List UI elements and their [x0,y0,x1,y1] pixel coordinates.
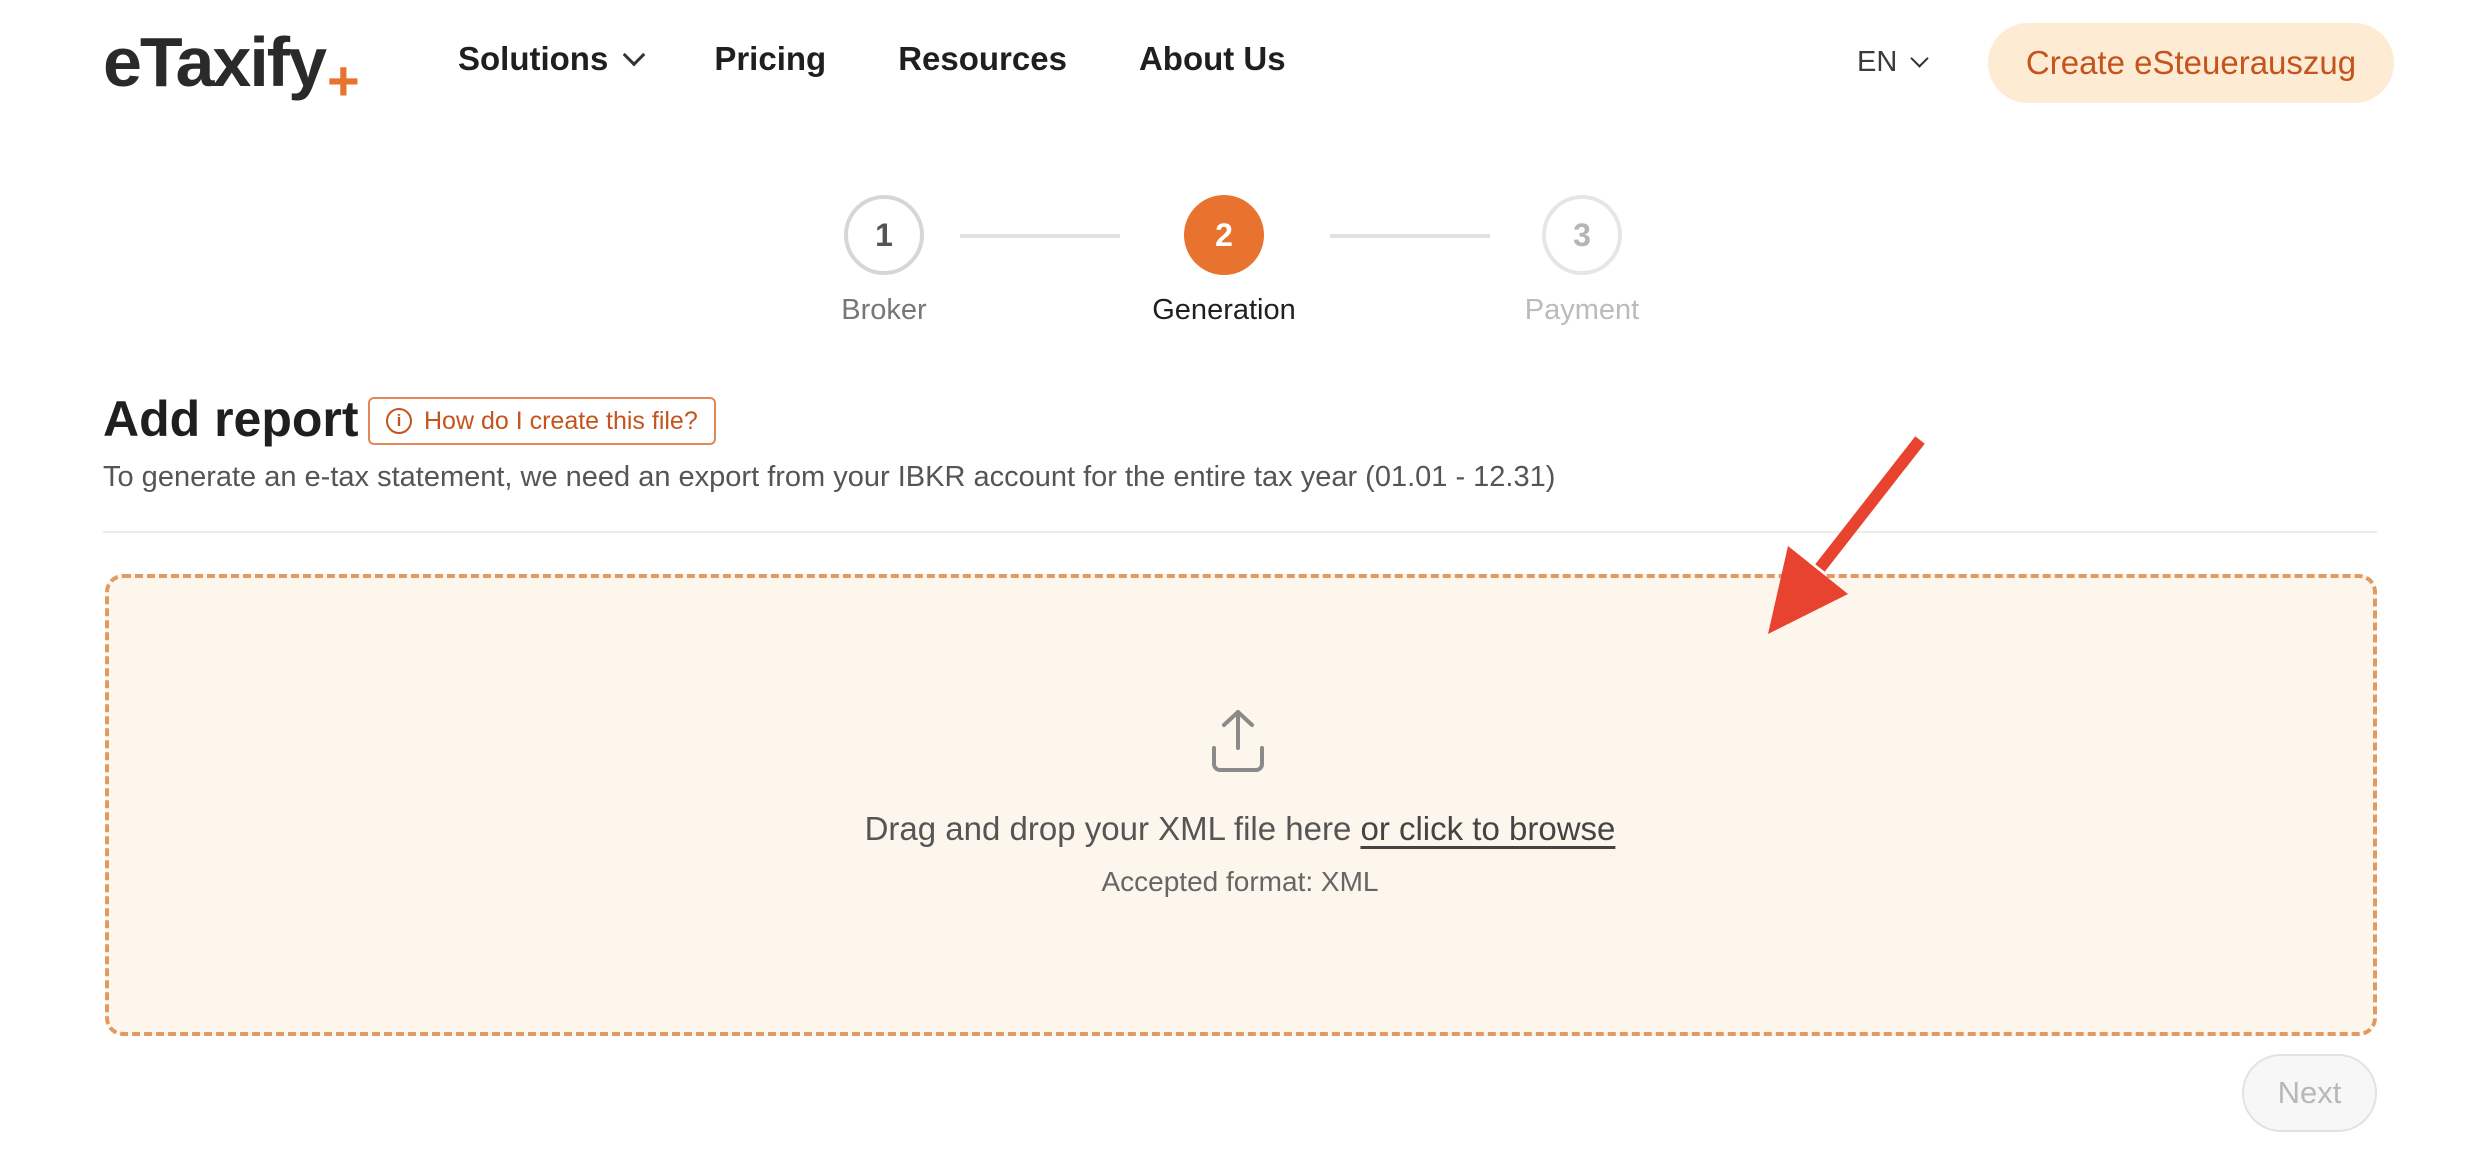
nav-resources-label: Resources [898,40,1067,77]
language-label: EN [1857,46,1898,78]
browse-link[interactable]: or click to browse [1360,810,1615,847]
create-esteuerauszug-button[interactable]: Create eSteuerauszug [1988,23,2394,103]
logo-text: eTaxify [103,23,327,101]
step-1-label: Broker [841,294,927,326]
info-icon: i [386,408,412,434]
step-2-label: Generation [1152,294,1296,326]
chevron-down-icon [1910,49,1929,68]
dropzone-text: Drag and drop your XML file here [864,810,1352,847]
step-2-circle: 2 [1184,195,1264,275]
page: eTaxify + Solutions Pricing Resources Ab… [0,0,2480,1172]
divider [103,531,2377,533]
page-title: Add report [103,391,359,447]
top-navbar: eTaxify + Solutions Pricing Resources Ab… [0,0,2480,130]
step-3-circle: 3 [1542,195,1622,275]
nav-resources[interactable]: Resources [898,40,1067,78]
upload-icon [1212,710,1264,772]
step-connector-2 [1330,234,1490,238]
page-subtitle: To generate an e-tax statement, we need … [103,461,1556,493]
accepted-format-text: Accepted format: XML [1101,866,1379,897]
nav-solutions-label: Solutions [458,40,609,77]
nav-about-us[interactable]: About Us [1139,40,1286,78]
nav-about-us-label: About Us [1138,40,1286,77]
step-1-circle: 1 [844,195,924,275]
nav-pricing-label: Pricing [714,40,827,77]
dropzone-instructions: Drag and drop your XML file here or clic… [0,810,2480,848]
language-selector[interactable]: EN [1857,46,1929,79]
help-button-label: How do I create this file? [424,406,698,435]
file-dropzone[interactable] [105,574,2377,1036]
nav-pricing[interactable]: Pricing [714,40,826,78]
how-to-create-file-button[interactable]: i How do I create this file? [368,397,716,445]
main-nav: Solutions Pricing Resources About Us [458,40,1286,78]
logo[interactable]: eTaxify + [103,22,360,112]
step-3-label: Payment [1524,294,1640,326]
chevron-down-icon [623,43,646,67]
red-arrow-annotation [1768,436,1925,634]
step-connector-1 [960,234,1120,238]
nav-solutions[interactable]: Solutions [458,40,646,78]
next-button[interactable]: Next [2242,1054,2377,1132]
logo-plus: + [327,49,360,112]
